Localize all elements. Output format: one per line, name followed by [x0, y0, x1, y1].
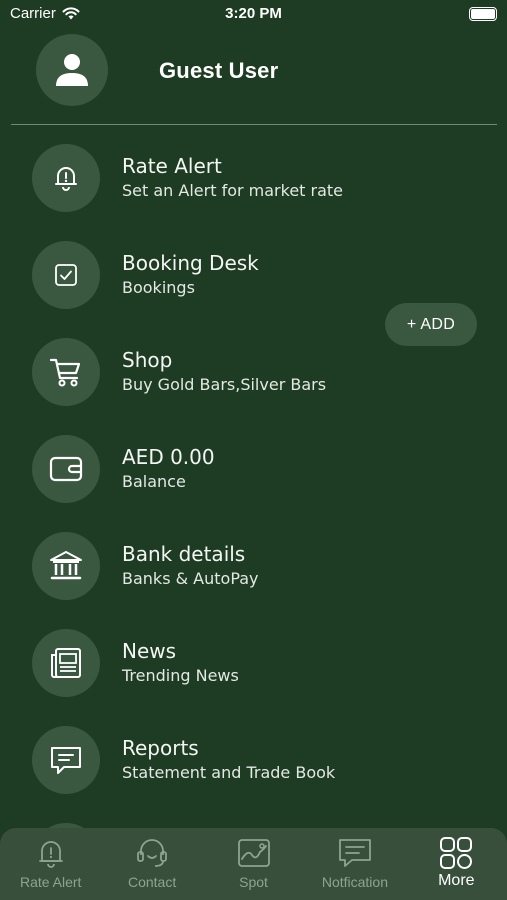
menu-title: Reports: [122, 736, 199, 760]
menu-title: Shop: [122, 348, 173, 372]
menu-subtitle: Bookings: [122, 278, 195, 297]
menu-list: Rate Alert Set an Alert for market rate …: [0, 144, 507, 823]
newspaper-icon: [51, 648, 81, 678]
menu-item-bank-details[interactable]: Bank details Banks & AutoPay: [0, 532, 507, 629]
tab-label: Rate Alert: [19, 874, 82, 890]
menu-title: Booking Desk: [122, 251, 259, 275]
menu-subtitle: Buy Gold Bars,Silver Bars: [122, 375, 327, 394]
tab-label: Notfication: [321, 874, 388, 890]
menu-title: Rate Alert: [122, 154, 222, 178]
status-time: 3:20 PM: [225, 5, 282, 22]
menu-item-reports[interactable]: Reports Statement and Trade Book: [0, 726, 507, 823]
menu-subtitle: Statement and Trade Book: [122, 763, 336, 782]
grid-icon: [440, 837, 473, 869]
bank-icon: [50, 551, 82, 580]
battery-icon: [469, 7, 497, 21]
menu-icon-circle: [32, 338, 100, 406]
menu-item-balance[interactable]: AED 0.00 Balance: [0, 435, 507, 532]
menu-icon-circle: [32, 144, 100, 212]
menu-item-shop[interactable]: Shop Buy Gold Bars,Silver Bars: [0, 338, 507, 435]
wallet-icon: [49, 456, 83, 482]
tab-label: More: [438, 872, 475, 889]
menu-title: News: [122, 639, 177, 663]
status-bar: Carrier 3:20 PM: [0, 0, 507, 28]
menu-icon-circle: [32, 726, 100, 794]
tab-label: Contact: [127, 874, 177, 890]
profile-name: Guest User: [159, 58, 279, 83]
divider: [11, 124, 497, 125]
tab-rate-alert[interactable]: Rate Alert: [0, 828, 101, 900]
menu-icon-circle: [32, 435, 100, 503]
bell-alert-icon: [55, 167, 77, 191]
tab-contact[interactable]: Contact: [101, 828, 202, 900]
tab-label: Spot: [239, 874, 268, 890]
add-balance-button[interactable]: + ADD: [385, 303, 477, 346]
headset-icon: [137, 839, 168, 867]
user-icon: [56, 54, 88, 86]
message-icon: [339, 839, 371, 867]
menu-subtitle: Banks & AutoPay: [122, 569, 259, 588]
menu-item-rate-alert[interactable]: Rate Alert Set an Alert for market rate: [0, 144, 507, 241]
tab-notification[interactable]: Notfication: [304, 828, 405, 900]
menu-title: Bank details: [122, 542, 246, 566]
bottom-tab-bar: Rate Alert Contact Spot Notfication More: [0, 828, 507, 900]
menu-icon-circle: [32, 532, 100, 600]
menu-subtitle: Trending News: [122, 666, 239, 685]
chart-image-icon: [237, 839, 270, 867]
menu-item-news[interactable]: News Trending News: [0, 629, 507, 726]
checkbox-icon: [55, 264, 77, 286]
balance-amount: AED 0.00: [122, 445, 215, 469]
menu-icon-circle: [32, 241, 100, 309]
menu-subtitle: Set an Alert for market rate: [122, 181, 344, 200]
avatar[interactable]: [36, 34, 108, 106]
cart-icon: [49, 358, 81, 387]
menu-subtitle: Balance: [122, 472, 186, 491]
profile-header[interactable]: Guest User: [0, 34, 507, 108]
bell-alert-icon: [38, 841, 63, 868]
tab-more[interactable]: More: [406, 828, 507, 900]
tab-spot[interactable]: Spot: [203, 828, 304, 900]
menu-icon-circle: [32, 629, 100, 697]
message-report-icon: [51, 747, 81, 774]
